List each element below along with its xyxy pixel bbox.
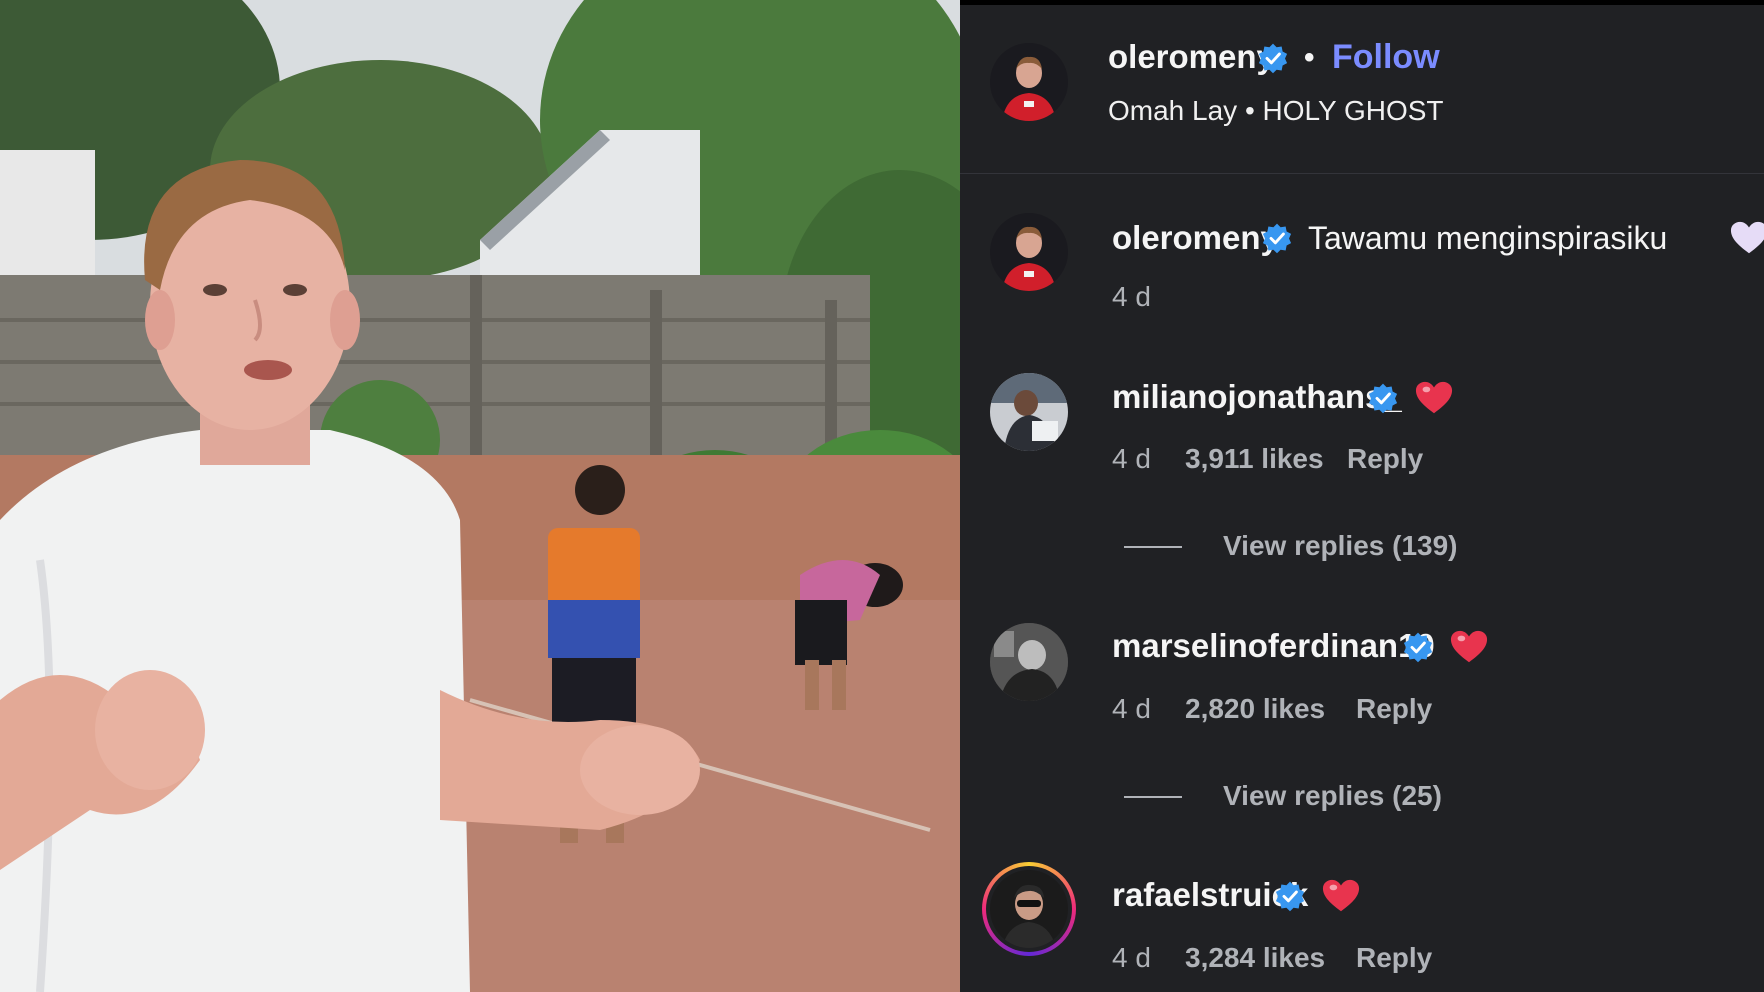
red-heart-icon: [1322, 879, 1360, 912]
comment-avatar[interactable]: [990, 623, 1068, 701]
author-username[interactable]: oleromeny: [1108, 38, 1275, 76]
reply-button[interactable]: Reply: [1347, 443, 1423, 475]
verified-badge-icon: [1275, 881, 1305, 912]
comment-avatar[interactable]: [990, 870, 1068, 948]
comment-avatar[interactable]: [990, 213, 1068, 291]
comment-time: 4 d: [1112, 942, 1151, 973]
reply-button[interactable]: Reply: [1356, 942, 1432, 974]
header-separator: •: [1304, 41, 1315, 74]
comment-username[interactable]: marselinoferdinan10: [1112, 627, 1435, 665]
view-replies-button[interactable]: View replies (139): [1223, 530, 1458, 562]
comment-time: 4 d: [1112, 443, 1151, 474]
comment-username[interactable]: oleromeny: [1112, 219, 1279, 257]
comment-time: 4 d: [1112, 281, 1151, 312]
music-track-label[interactable]: Omah Lay • HOLY GHOST: [1108, 95, 1444, 127]
comment-likes[interactable]: 3,284 likes: [1185, 942, 1325, 974]
video-frame-image: [0, 0, 960, 992]
verified-badge-icon: [1258, 43, 1288, 74]
comment-time: 4 d: [1112, 693, 1151, 724]
story-ring[interactable]: [982, 862, 1076, 956]
post-header: oleromeny • Follow Omah Lay • HOLY GHOST: [960, 5, 1764, 174]
video-player[interactable]: [0, 0, 960, 992]
comment-username[interactable]: milianojonathans_: [1112, 378, 1402, 416]
comment-avatar[interactable]: [990, 373, 1068, 451]
replies-divider-line: [1124, 796, 1182, 798]
view-replies-button[interactable]: View replies (25): [1223, 780, 1442, 812]
author-avatar[interactable]: [990, 43, 1068, 121]
comments-panel: oleromeny • Follow Omah Lay • HOLY GHOST…: [960, 0, 1764, 992]
replies-divider-line: [1124, 546, 1182, 548]
follow-button[interactable]: Follow: [1332, 38, 1440, 77]
reply-button[interactable]: Reply: [1356, 693, 1432, 725]
verified-badge-icon: [1403, 632, 1433, 663]
red-heart-icon: [1450, 630, 1488, 663]
comment-likes[interactable]: 2,820 likes: [1185, 693, 1325, 725]
verified-badge-icon: [1262, 223, 1292, 254]
comment-likes[interactable]: 3,911 likes: [1185, 443, 1324, 475]
red-heart-icon: [1415, 381, 1453, 414]
comment-text: Tawamu menginspirasiku: [1308, 220, 1668, 256]
light-purple-heart-icon: [1730, 221, 1764, 254]
verified-badge-icon: [1368, 383, 1398, 414]
